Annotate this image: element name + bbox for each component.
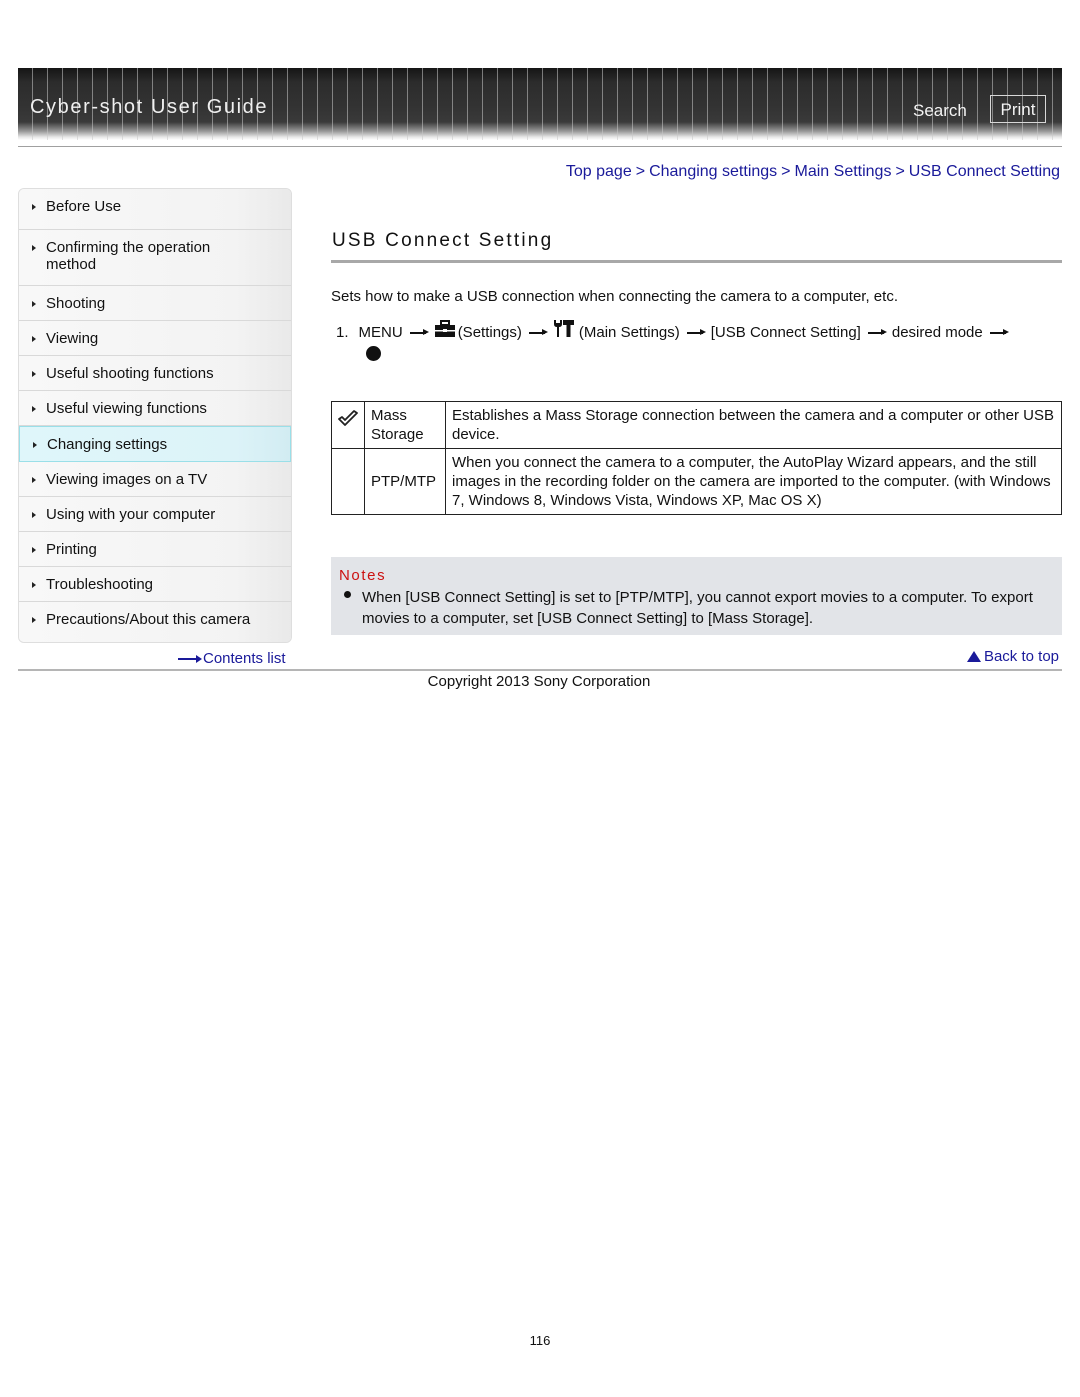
sidebar-item-label: Useful shooting functions xyxy=(46,365,214,382)
caret-right-icon xyxy=(32,336,36,342)
mode-description: Establishes a Mass Storage connection be… xyxy=(445,401,1062,449)
sidebar-item-viewing[interactable]: Viewing xyxy=(19,321,291,356)
page-title: USB Connect Setting xyxy=(332,230,554,251)
mode-description: When you connect the camera to a compute… xyxy=(445,448,1062,515)
sidebar-item-printing[interactable]: Printing xyxy=(19,532,291,567)
sidebar-item-confirming-operation[interactable]: Confirming the operation method xyxy=(19,230,291,286)
title-divider xyxy=(331,260,1062,263)
breadcrumb-changing-settings[interactable]: Changing settings xyxy=(649,163,777,180)
caret-right-icon xyxy=(32,204,36,210)
sidebar-item-label: Changing settings xyxy=(47,436,168,453)
sidebar-item-viewing-on-tv[interactable]: Viewing images on a TV xyxy=(19,462,291,497)
breadcrumb: Top page > Changing settings > Main Settings… xyxy=(566,163,1060,181)
sidebar-item-using-with-computer[interactable]: Using with your computer xyxy=(19,497,291,532)
center-button-dot-icon xyxy=(366,346,381,361)
back-to-top-link[interactable]: Back to top xyxy=(966,648,1059,665)
search-button[interactable]: Search xyxy=(913,101,967,121)
desired-mode-label: desired mode xyxy=(891,324,983,341)
main-settings-label: (Main Settings) xyxy=(578,324,680,341)
contents-list-link[interactable]: Contents list xyxy=(178,650,286,667)
footer-divider xyxy=(18,669,1062,671)
caret-right-icon xyxy=(33,442,37,448)
table-icon-cell xyxy=(331,448,365,515)
settings-label: (Settings) xyxy=(457,324,522,341)
table-row: PTP/MTP When you connect the camera to a… xyxy=(331,448,1062,515)
caret-right-icon xyxy=(32,512,36,518)
caret-right-icon xyxy=(32,371,36,377)
notes-heading: Notes xyxy=(339,567,387,584)
arrow-right-icon xyxy=(409,330,429,335)
breadcrumb-separator: > xyxy=(895,163,905,180)
check-icon xyxy=(338,410,358,426)
sidebar-item-label: Troubleshooting xyxy=(46,576,154,593)
sidebar-item-before-use[interactable]: Before Use xyxy=(19,189,291,230)
procedure-step: 1. MENU (Settings) (Main Settings) [USB Conn… xyxy=(336,318,1066,342)
header-divider xyxy=(18,146,1062,147)
sidebar-item-changing-settings[interactable]: Changing settings xyxy=(19,426,291,462)
caret-right-icon xyxy=(32,245,36,251)
sidebar-item-label: Viewing images on a TV xyxy=(46,471,208,488)
sidebar-item-label: Viewing xyxy=(46,330,99,347)
caret-right-icon xyxy=(32,477,36,483)
page-number: 116 xyxy=(529,1333,551,1348)
sidebar-item-label: Printing xyxy=(46,541,97,558)
note-item: When [USB Connect Setting] is set to [PT… xyxy=(362,589,1033,627)
arrow-right-icon xyxy=(528,330,548,335)
intro-text: Sets how to make a USB connection when c… xyxy=(331,288,898,305)
table-row: Mass Storage Establishes a Mass Storage … xyxy=(331,401,1062,449)
arrow-right-icon xyxy=(686,330,706,335)
sidebar-item-label: Useful viewing functions xyxy=(46,400,207,417)
main-settings-wrench-icon xyxy=(553,320,574,337)
breadcrumb-separator: > xyxy=(781,163,791,180)
copyright: Copyright 2013 Sony Corporation xyxy=(427,673,651,690)
sidebar-item-precautions[interactable]: Precautions/About this camera xyxy=(19,602,291,642)
breadcrumb-main-settings[interactable]: Main Settings xyxy=(795,163,892,180)
caret-right-icon xyxy=(32,617,36,623)
sidebar-item-label: Shooting xyxy=(46,295,106,312)
step-number: 1. xyxy=(336,324,349,341)
triangle-up-icon xyxy=(966,651,981,662)
caret-right-icon xyxy=(32,301,36,307)
mode-name: PTP/MTP xyxy=(364,448,446,515)
settings-toolbox-icon xyxy=(434,320,455,337)
sidebar-item-shooting[interactable]: Shooting xyxy=(19,286,291,321)
bullet-icon xyxy=(344,591,351,598)
print-button[interactable]: Print xyxy=(990,95,1046,123)
sidebar-item-label: Precautions/About this camera xyxy=(46,611,251,628)
arrow-right-icon xyxy=(178,655,202,664)
sidebar-item-label: Before Use xyxy=(46,198,122,215)
usb-connect-label: [USB Connect Setting] xyxy=(710,324,861,341)
back-to-top-label: Back to top xyxy=(983,648,1059,665)
sidebar-item-useful-shooting[interactable]: Useful shooting functions xyxy=(19,356,291,391)
mode-table: Mass Storage Establishes a Mass Storage … xyxy=(331,401,1062,515)
app-title: Cyber-shot User Guide xyxy=(30,96,269,118)
arrow-right-icon xyxy=(989,330,1009,335)
table-icon-cell xyxy=(331,401,365,449)
breadcrumb-top-page[interactable]: Top page xyxy=(566,163,632,180)
sidebar-item-label: Confirming the operation method xyxy=(46,239,211,273)
caret-right-icon xyxy=(32,547,36,553)
caret-right-icon xyxy=(32,582,36,588)
sidebar-item-troubleshooting[interactable]: Troubleshooting xyxy=(19,567,291,602)
sidebar-nav: Before Use Confirming the operation meth… xyxy=(18,188,292,643)
arrow-right-icon xyxy=(867,330,887,335)
sidebar-item-label: Using with your computer xyxy=(46,506,216,523)
breadcrumb-separator: > xyxy=(635,163,646,180)
contents-list-label: Contents list xyxy=(203,650,286,667)
header-banner: Cyber-shot User Guide Search Print xyxy=(18,68,1062,140)
menu-label: MENU xyxy=(358,324,403,341)
mode-name: Mass Storage xyxy=(364,401,446,449)
caret-right-icon xyxy=(32,406,36,412)
sidebar-item-useful-viewing[interactable]: Useful viewing functions xyxy=(19,391,291,426)
breadcrumb-usb-connect-setting[interactable]: USB Connect Setting xyxy=(909,163,1060,180)
notes-box: Notes When [USB Connect Setting] is set … xyxy=(331,557,1062,635)
